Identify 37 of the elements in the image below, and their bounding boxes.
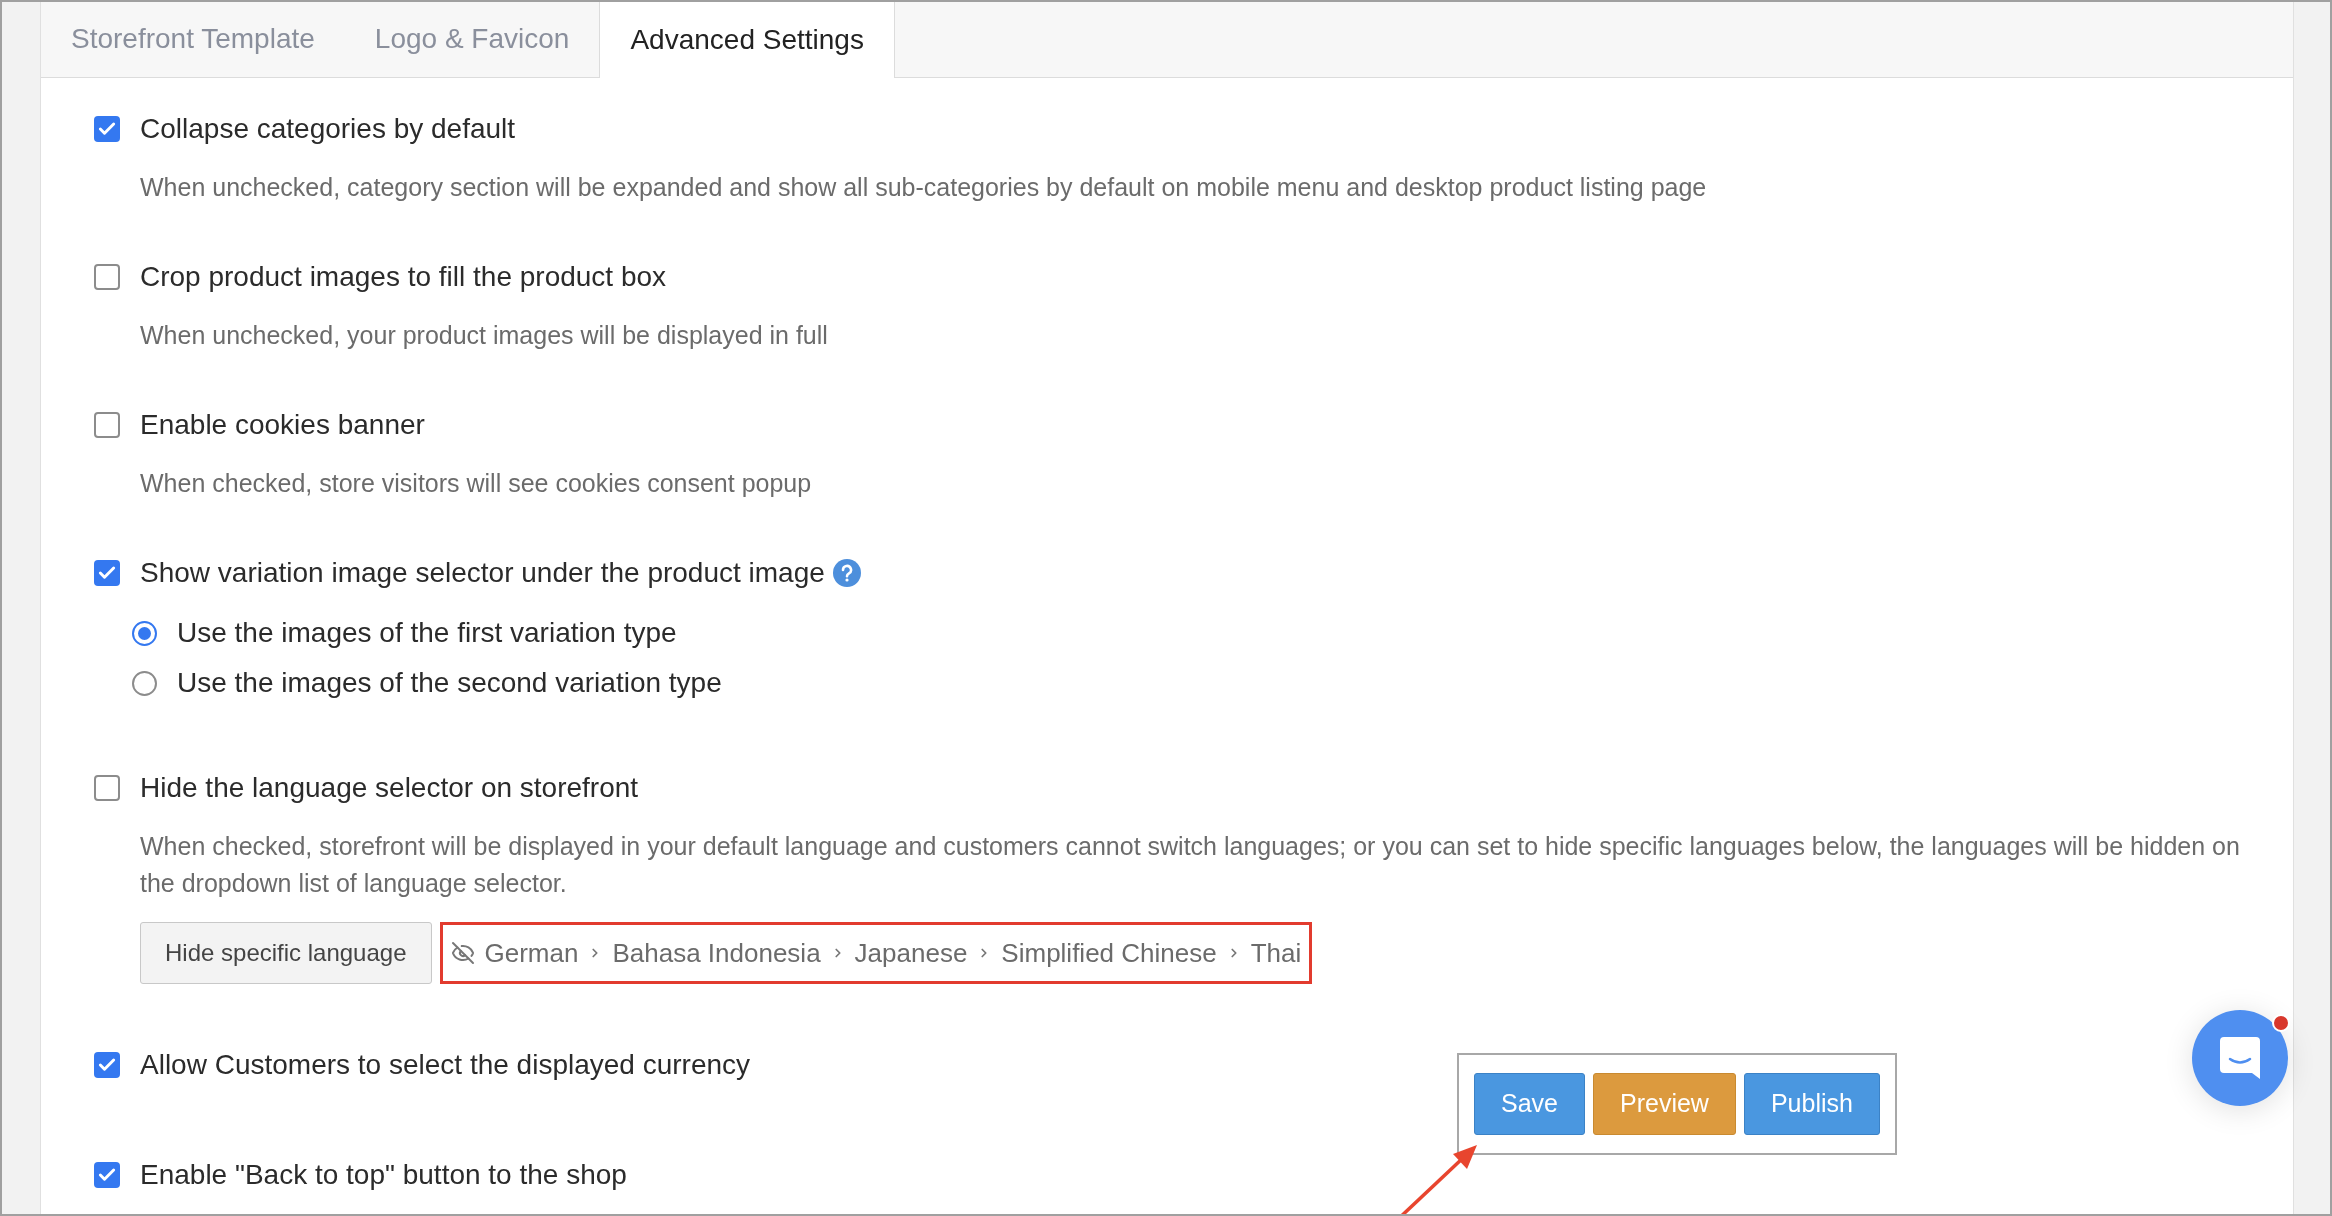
- setting-description: When unchecked, your product images will be displayed in full: [140, 320, 829, 351]
- chat-bubble-icon: [2218, 1035, 2262, 1081]
- radio-button[interactable]: [132, 620, 157, 646]
- language-name: Bahasa Indonesia: [612, 936, 821, 970]
- checkbox[interactable]: [94, 1162, 120, 1188]
- checkbox[interactable]: [94, 412, 120, 438]
- tab[interactable]: Storefront Template: [41, 2, 345, 77]
- language-name: Thai: [1250, 936, 1302, 970]
- language-name: German: [484, 936, 579, 970]
- language-name: Simplified Chinese: [1001, 936, 1217, 970]
- setting-label: Hide the language selector on storefront: [140, 771, 639, 805]
- checkbox[interactable]: [94, 1052, 120, 1078]
- tab[interactable]: Advanced Settings: [599, 2, 895, 78]
- setting-label: Collapse categories by default: [140, 112, 516, 146]
- option-label: Use the images of the second variation type: [177, 666, 722, 700]
- setting-description: When checked, store visitors will see cookies consent popup: [140, 468, 813, 499]
- action-button[interactable]: Save: [1474, 1073, 1585, 1135]
- radio-button[interactable]: [132, 670, 157, 696]
- setting-label: Allow Customers to select the displayed currency: [140, 1048, 751, 1082]
- eye-slash-icon: [450, 941, 475, 965]
- setting-description: When checked, storefront will be displayed in your default language and customers cannot switch languages; or you can set to hide specific languages below, the languages will be hidden on the dropdown list of language selector.: [140, 831, 2241, 899]
- checkbox[interactable]: [94, 775, 120, 801]
- checkbox[interactable]: [94, 264, 120, 290]
- setting-description: When unchecked, category section will be expanded and show all sub-categories by default on mobile menu and desktop product listing page: [140, 172, 1708, 203]
- option-label: Use the images of the first variation type: [177, 616, 677, 650]
- setting-label: Enable "Back to top" button to the shop: [140, 1158, 627, 1192]
- hide-language-button[interactable]: Hide specific language: [140, 922, 432, 984]
- setting-label: Show variation image selector under the product image: [140, 556, 825, 590]
- language-name: Japanese: [854, 936, 968, 970]
- setting-label: Enable cookies banner: [140, 408, 425, 442]
- help-icon[interactable]: [832, 559, 861, 587]
- tab[interactable]: Logo & Favicon: [344, 2, 600, 77]
- checkbox[interactable]: [94, 116, 120, 142]
- action-button[interactable]: Publish: [1743, 1073, 1880, 1135]
- checkbox[interactable]: [94, 560, 120, 586]
- action-button[interactable]: Preview: [1593, 1073, 1736, 1135]
- setting-label: Crop product images to fill the product box: [140, 260, 667, 294]
